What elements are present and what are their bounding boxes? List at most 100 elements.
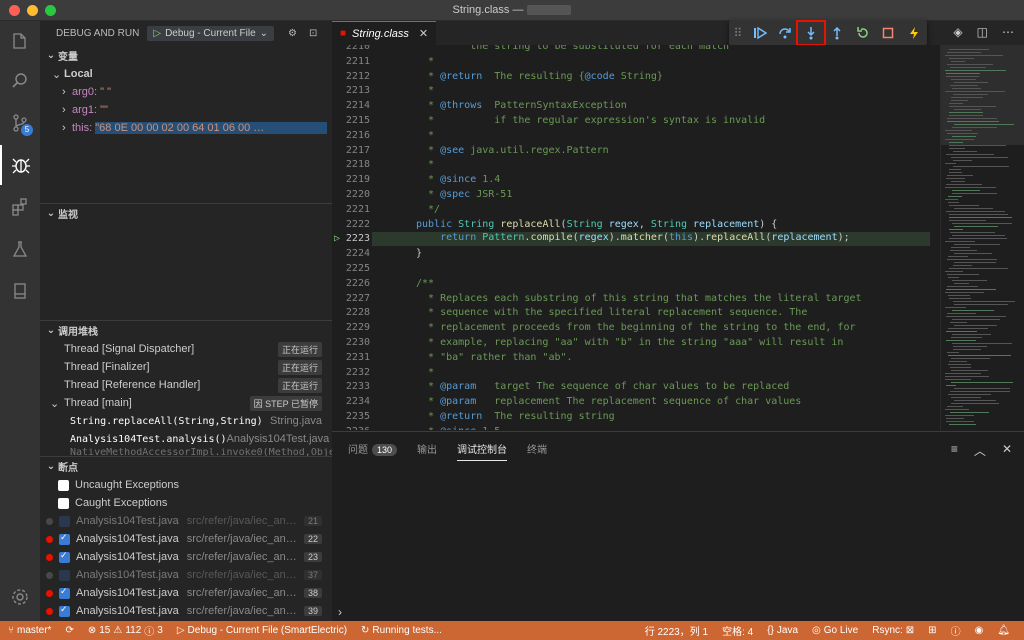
breakpoint-row[interactable]: Analysis104Test.java src/refer/java/iec_…	[40, 530, 332, 548]
thread-row[interactable]: Thread [Finalizer] 正在运行	[40, 358, 332, 376]
breakpoint-checkbox[interactable]	[59, 569, 70, 581]
cursor-position[interactable]: 行 2223，列 1	[645, 623, 708, 638]
exception-checkbox[interactable]	[58, 479, 69, 491]
exception-checkbox[interactable]	[58, 497, 69, 509]
breakpoint-row[interactable]: Analysis104Test.java src/refer/java/iec_…	[40, 512, 332, 530]
code-line[interactable]: 2214 * @throws PatternSyntaxException	[332, 98, 940, 113]
editor-tab[interactable]: ■ String.class ✕	[332, 21, 436, 45]
code-line[interactable]: 2221 */	[332, 202, 940, 217]
drag-handle-icon[interactable]: ⠿	[729, 22, 747, 44]
run-debug-icon[interactable]	[0, 145, 40, 185]
code-line[interactable]: 2218 *	[332, 157, 940, 172]
source-control-icon[interactable]: 5	[0, 103, 40, 143]
variable-row[interactable]: › arg0: " "	[40, 83, 332, 101]
console-prompt[interactable]: ›	[338, 605, 342, 619]
exception-breakpoint-row[interactable]: Uncaught Exceptions	[40, 476, 332, 494]
maximize-panel-icon[interactable]: ︿	[974, 442, 986, 459]
variable-row[interactable]: › arg1: ""	[40, 101, 332, 119]
code-line[interactable]: 2229 * replacement proceeds from the beg…	[332, 320, 940, 335]
thread-row[interactable]: Thread [Signal Dispatcher] 正在运行	[40, 340, 332, 358]
variable-row[interactable]: › this: "68 0E 00 00 02 00 64 01 06 00 …	[40, 119, 332, 137]
variables-scope-local[interactable]: ⌄ Local	[40, 65, 332, 83]
watch-section-header[interactable]: ⌄ 监视	[40, 203, 332, 223]
thread-row[interactable]: ⌄ Thread [main] 因 STEP 已暂停	[40, 394, 332, 412]
close-panel-icon[interactable]: ✕	[1002, 442, 1012, 459]
step-over-icon[interactable]	[773, 22, 799, 44]
code-line[interactable]: 2217 * @see java.util.regex.Pattern	[332, 143, 940, 158]
code-editor[interactable]: 2210 the string to be substituted for ea…	[332, 45, 940, 430]
branch-status[interactable]: ⑂ master*	[8, 625, 51, 636]
tab-terminal[interactable]: 终端	[527, 441, 547, 456]
tab-problems[interactable]: 问题 130	[348, 441, 398, 456]
code-line[interactable]: 2225	[332, 261, 940, 276]
code-line[interactable]: 2211 *	[332, 54, 940, 69]
tests-status[interactable]: ↻ Running tests...	[361, 625, 442, 636]
code-line[interactable]: 2219 * @since 1.4	[332, 172, 940, 187]
stack-frame[interactable]: NativeMethodAccessorImpl.invoke0(Method,…	[40, 448, 332, 456]
code-line[interactable]: 2233 * @param target The sequence of cha…	[332, 379, 940, 394]
stack-frame[interactable]: String.replaceAll(String,String) String.…	[40, 412, 332, 430]
bookmark-icon[interactable]	[0, 271, 40, 311]
code-line[interactable]: 2234 * @param replacement The replacemen…	[332, 394, 940, 409]
thread-row[interactable]: Thread [Reference Handler] 正在运行	[40, 376, 332, 394]
debug-status[interactable]: ▷ Debug - Current File (SmartElectric)	[177, 625, 347, 636]
code-line[interactable]: 2227 * Replaces each substring of this s…	[332, 291, 940, 306]
continue-icon[interactable]	[747, 22, 773, 44]
code-line[interactable]: 2210 the string to be substituted for ea…	[332, 45, 940, 54]
go-live-status[interactable]: ◎ Go Live	[812, 625, 858, 636]
stack-frame[interactable]: Analysis104Test.analysis() Analysis104Te…	[40, 430, 332, 448]
breakpoint-row[interactable]: Analysis104Test.java src/refer/java/iec_…	[40, 548, 332, 566]
breakpoint-checkbox[interactable]	[59, 604, 70, 617]
code-line[interactable]: 2226 /**	[332, 276, 940, 291]
code-line[interactable]: 2222 public String replaceAll(String rege…	[332, 217, 940, 232]
layout-icon[interactable]: ⊞	[928, 625, 936, 636]
code-line[interactable]: 2230 * example, replacing "aa" with "b" …	[332, 335, 940, 350]
code-line[interactable]: 2236 * @since 1.5	[332, 424, 940, 430]
breakpoint-checkbox[interactable]	[59, 532, 70, 545]
zoom-window-button[interactable]	[45, 5, 56, 16]
tab-debug-console[interactable]: 调试控制台	[457, 441, 508, 461]
close-window-button[interactable]	[9, 5, 20, 16]
close-tab-icon[interactable]: ✕	[419, 27, 428, 40]
breakpoint-row[interactable]: Analysis104Test.java src/refer/java/iec_…	[40, 566, 332, 584]
breakpoint-checkbox[interactable]	[59, 550, 70, 563]
code-line[interactable]: 2216 *	[332, 128, 940, 143]
stop-icon[interactable]	[875, 22, 901, 44]
breakpoint-row[interactable]: Analysis104Test.java src/refer/java/iec_…	[40, 602, 332, 620]
minimize-window-button[interactable]	[27, 5, 38, 16]
code-line[interactable]: 2228 * sequence with the specified liter…	[332, 305, 940, 320]
variables-section-header[interactable]: ⌄ 变量	[40, 45, 332, 65]
language-status[interactable]: {} Java	[767, 625, 798, 636]
debug-console-icon[interactable]: ⊡	[309, 28, 317, 39]
sync-icon[interactable]: ⟳	[65, 625, 73, 636]
exception-breakpoint-row[interactable]: Caught Exceptions	[40, 494, 332, 512]
current-code-line[interactable]: ▷ 2223 return Pattern.compile(regex).matc…	[332, 231, 940, 246]
indentation-status[interactable]: 空格: 4	[722, 623, 753, 638]
code-line[interactable]: 2231 * "ba" rather than "ab".	[332, 350, 940, 365]
more-actions-icon[interactable]: ⋯	[1002, 25, 1014, 39]
step-out-icon[interactable]	[824, 22, 850, 44]
breakpoint-checkbox[interactable]	[59, 515, 70, 527]
code-line[interactable]: 2212 * @return The resulting {@code Stri…	[332, 69, 940, 84]
search-icon[interactable]	[0, 61, 40, 101]
testing-icon[interactable]	[0, 229, 40, 269]
account-icon[interactable]: ◉	[975, 625, 984, 636]
breakpoint-row[interactable]: Analysis104Test.java src/refer/java/iec_…	[40, 584, 332, 602]
extensions-icon[interactable]	[0, 187, 40, 227]
restart-icon[interactable]	[850, 22, 876, 44]
split-editor-icon[interactable]: ◫	[977, 25, 988, 39]
debug-settings-gear-icon[interactable]: ⚙	[288, 28, 297, 39]
problems-status[interactable]: ⊗ 15 ⚠ 112 ⓘ 3	[88, 623, 163, 638]
launch-config-select[interactable]: ▷ Debug - Current File ⌄	[147, 25, 275, 41]
start-debug-icon[interactable]: ▷	[153, 28, 161, 39]
code-line[interactable]: 2213 *	[332, 83, 940, 98]
breakpoint-checkbox[interactable]	[59, 586, 70, 599]
explorer-icon[interactable]	[0, 21, 40, 61]
code-line[interactable]: 2235 * @return The resulting string	[332, 409, 940, 424]
clear-console-icon[interactable]: ≡	[951, 442, 958, 459]
notifications-bell-icon[interactable]: 🔔︎	[997, 625, 1010, 636]
minimap[interactable]	[940, 45, 1024, 430]
tab-output[interactable]: 输出	[417, 441, 437, 456]
settings-gear-icon[interactable]	[0, 577, 40, 617]
code-line[interactable]: 2232 *	[332, 365, 940, 380]
